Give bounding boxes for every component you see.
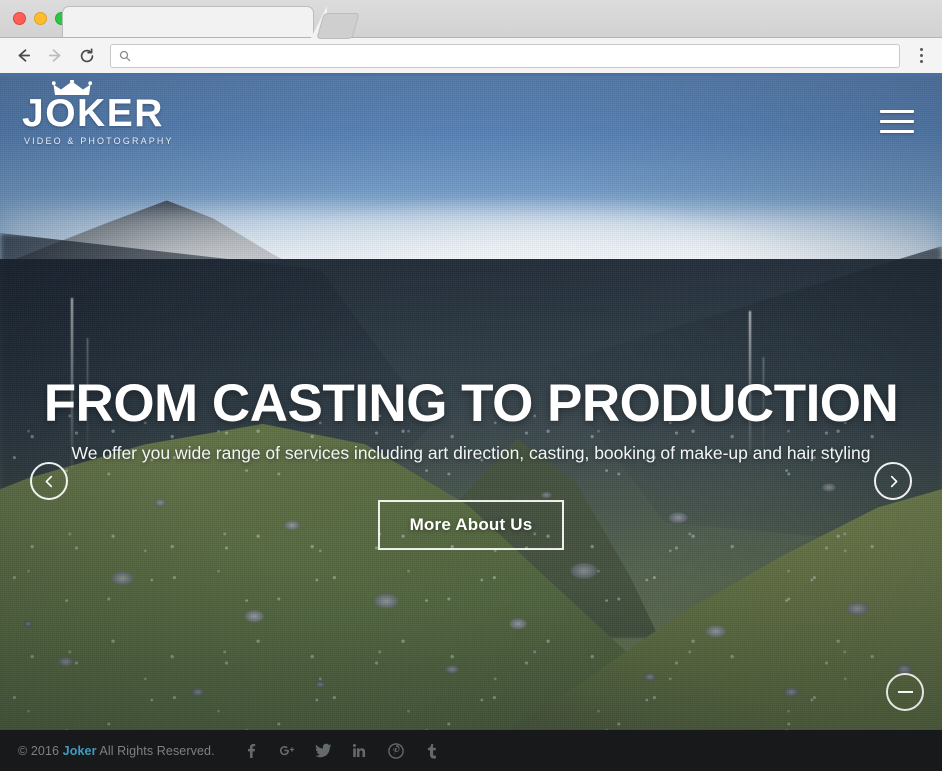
reload-icon[interactable]: [74, 43, 100, 69]
copyright-brand: Joker: [62, 743, 97, 758]
browser-titlebar: [0, 0, 942, 39]
slider-prev-button[interactable]: [30, 462, 68, 500]
tab-strip: [62, 6, 942, 39]
googleplus-icon[interactable]: [277, 740, 299, 762]
logo-wordmark: JOKER: [22, 92, 164, 135]
back-icon[interactable]: [10, 43, 36, 69]
more-about-us-button[interactable]: More About Us: [377, 500, 565, 551]
site-header: JOKER VIDEO & PHOTOGRAPHY: [0, 76, 942, 164]
forward-icon[interactable]: [42, 43, 68, 69]
window-controls: [13, 12, 68, 25]
browser-toolbar: [0, 38, 942, 76]
browser-window: JOKER VIDEO & PHOTOGRAPHY FROM CASTING T…: [0, 0, 942, 771]
hero-headline: FROM CASTING TO PRODUCTION: [43, 374, 899, 433]
copyright-suffix: All Rights Reserved.: [96, 743, 215, 758]
hero-content: FROM CASTING TO PRODUCTION We offer you …: [0, 374, 942, 551]
linkedin-icon[interactable]: [349, 740, 371, 762]
social-links: [241, 740, 443, 762]
copyright-prefix: © 2016: [18, 743, 63, 758]
hero-subheadline: We offer you wide range of services incl…: [71, 443, 871, 464]
scroll-down-button[interactable]: [886, 673, 924, 711]
minimize-window-button[interactable]: [34, 12, 47, 25]
address-input[interactable]: [137, 47, 891, 64]
slider-next-button[interactable]: [874, 462, 912, 500]
copyright-text: © 2016 Joker All Rights Reserved.: [18, 744, 215, 758]
facebook-icon[interactable]: [241, 740, 263, 762]
pinterest-icon[interactable]: [385, 740, 407, 762]
browser-menu-icon[interactable]: [910, 43, 932, 69]
site-logo[interactable]: JOKER VIDEO & PHOTOGRAPHY: [22, 80, 174, 146]
close-window-button[interactable]: [13, 12, 26, 25]
minus-icon: [897, 691, 913, 693]
new-tab-button[interactable]: [316, 13, 360, 39]
hamburger-menu-icon[interactable]: [880, 107, 914, 133]
page-viewport: JOKER VIDEO & PHOTOGRAPHY FROM CASTING T…: [0, 76, 942, 771]
chevron-right-icon: [890, 475, 897, 487]
site-footer: © 2016 Joker All Rights Reserved.: [0, 730, 942, 771]
chevron-left-icon: [45, 475, 52, 487]
tumblr-icon[interactable]: [421, 740, 443, 762]
twitter-icon[interactable]: [313, 740, 335, 762]
crown-icon: [52, 80, 92, 95]
logo-tagline: VIDEO & PHOTOGRAPHY: [24, 136, 174, 146]
search-icon: [119, 50, 131, 61]
address-bar[interactable]: [110, 43, 900, 68]
browser-tab-active[interactable]: [62, 6, 327, 38]
